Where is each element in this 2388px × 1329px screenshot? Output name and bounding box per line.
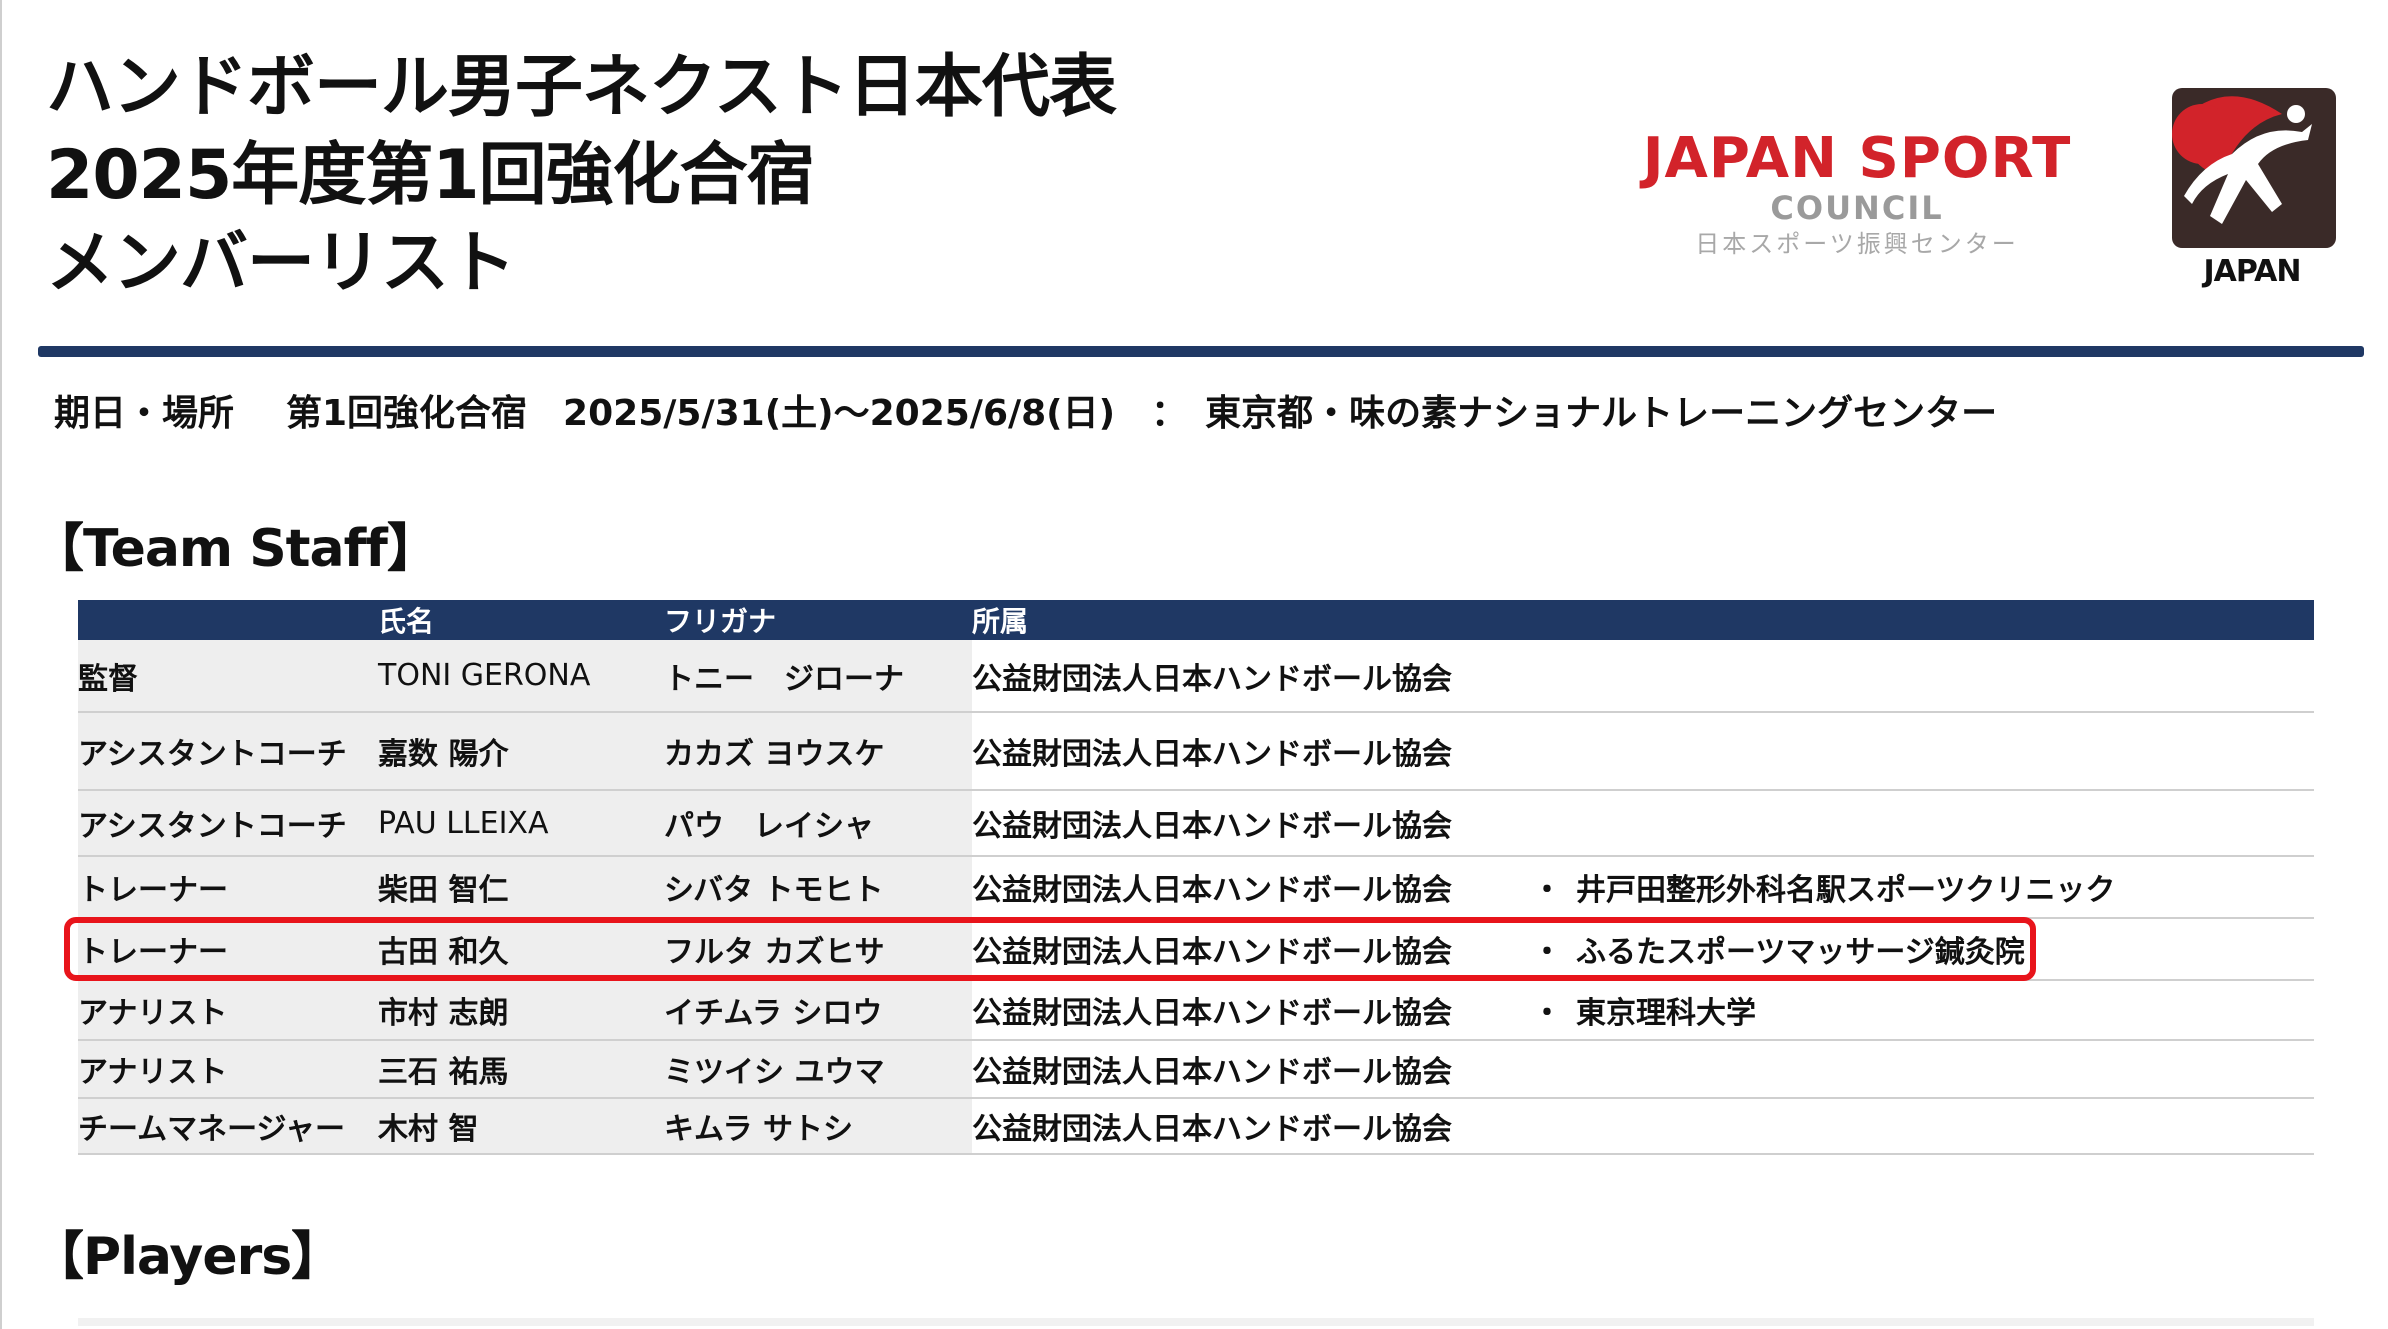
staff-table-header: 氏名 フリガナ 所属	[78, 600, 2314, 640]
staff-role: 監督	[78, 640, 378, 713]
staff-org: 公益財団法人日本ハンドボール協会	[972, 640, 1532, 713]
staff-role: チームマネージャー	[78, 1098, 378, 1155]
staff-name: 三石 祐馬	[378, 1040, 664, 1099]
staff-kana: キムラ サトシ	[664, 1098, 972, 1155]
jsc-logo-japanese-text: 日本スポーツ振興センター	[1695, 230, 2019, 258]
staff-extra	[1532, 640, 2314, 713]
table-row: 監督 TONI GERONA トニー ジローナ 公益財団法人日本ハンドボール協会	[78, 640, 2314, 713]
document-page: ハンドボール男子ネクスト日本代表 2025年度第1回強化合宿 メンバーリスト J…	[0, 0, 2388, 1329]
header-kana: フリガナ	[664, 600, 972, 640]
row-highlight-box	[64, 917, 2036, 981]
staff-name: 嘉数 陽介	[378, 712, 664, 791]
staff-kana: パウ レイシャ	[664, 790, 972, 857]
table-row: アナリスト 三石 祐馬 ミツイシ ユウマ 公益財団法人日本ハンドボール協会	[78, 1040, 2314, 1099]
table-row: チームマネージャー 木村 智 キムラ サトシ 公益財団法人日本ハンドボール協会	[78, 1098, 2314, 1155]
header-divider	[38, 346, 2364, 357]
staff-extra-affiliation: 東京理科大学	[1576, 996, 1756, 1031]
table-row: アシスタントコーチ PAU LLEIXA パウ レイシャ 公益財団法人日本ハンド…	[78, 790, 2314, 857]
staff-org: 公益財団法人日本ハンドボール協会	[972, 1040, 1532, 1099]
players-table-top	[78, 1318, 2314, 1326]
header-name: 氏名	[378, 600, 664, 640]
staff-org: 公益財団法人日本ハンドボール協会	[972, 856, 1532, 919]
staff-name: 木村 智	[378, 1098, 664, 1155]
staff-role: トレーナー	[78, 856, 378, 919]
jha-logo-text: JAPAN	[2203, 254, 2302, 289]
staff-table: 氏名 フリガナ 所属 監督 TONI GERONA トニー ジローナ 公益財団法…	[78, 600, 2314, 1155]
staff-role: アシスタントコーチ	[78, 790, 378, 857]
header-role	[78, 600, 378, 640]
period-label: 期日・場所	[54, 393, 235, 434]
jsc-logo-main-text: JAPAN SPORT	[1642, 126, 2072, 191]
staff-role: アシスタントコーチ	[78, 712, 378, 791]
team-staff-heading: 【Team Staff】	[32, 519, 439, 579]
staff-name: 柴田 智仁	[378, 856, 664, 919]
title-line-3: メンバーリスト	[46, 224, 516, 303]
period-location: 期日・場所 第1回強化合宿 2025/5/31(土)～2025/6/8(日) ： …	[54, 384, 1997, 436]
staff-org: 公益財団法人日本ハンドボール協会	[972, 790, 1532, 857]
staff-name: 市村 志朗	[378, 980, 664, 1041]
staff-kana: トニー ジローナ	[664, 640, 972, 713]
staff-extra	[1532, 712, 2314, 791]
staff-name: TONI GERONA	[378, 640, 664, 713]
handball-player-icon	[2172, 88, 2336, 248]
title-line-2: 2025年度第1回強化合宿	[46, 136, 815, 215]
table-row: アナリスト 市村 志朗 イチムラ シロウ 公益財団法人日本ハンドボール協会 ・東…	[78, 980, 2314, 1041]
staff-extra	[1532, 1040, 2314, 1099]
staff-kana: シバタ トモヒト	[664, 856, 972, 919]
staff-extra	[1532, 1098, 2314, 1155]
jsc-logo-sub-text: COUNCIL	[1770, 189, 1944, 227]
staff-extra: ・井戸田整形外科名駅スポーツクリニック	[1532, 856, 2314, 919]
staff-kana: イチムラ シロウ	[664, 980, 972, 1041]
staff-name: PAU LLEIXA	[378, 790, 664, 857]
document-title: ハンドボール男子ネクスト日本代表 2025年度第1回強化合宿 メンバーリスト	[46, 44, 1117, 308]
staff-org: 公益財団法人日本ハンドボール協会	[972, 712, 1532, 791]
staff-org: 公益財団法人日本ハンドボール協会	[972, 1098, 1532, 1155]
staff-kana: カカズ ヨウスケ	[664, 712, 972, 791]
staff-org: 公益財団法人日本ハンドボール協会	[972, 980, 1532, 1041]
staff-extra: ・東京理科大学	[1532, 980, 2314, 1041]
table-row: アシスタントコーチ 嘉数 陽介 カカズ ヨウスケ 公益財団法人日本ハンドボール協…	[78, 712, 2314, 791]
header-org: 所属	[972, 600, 1532, 640]
header-extra	[1532, 600, 2314, 640]
staff-role: アナリスト	[78, 980, 378, 1041]
staff-extra	[1532, 790, 2314, 857]
period-value: 第1回強化合宿 2025/5/31(土)～2025/6/8(日) ： 東京都・味…	[286, 393, 1998, 434]
staff-role: アナリスト	[78, 1040, 378, 1099]
table-row: トレーナー 柴田 智仁 シバタ トモヒト 公益財団法人日本ハンドボール協会 ・井…	[78, 856, 2314, 919]
japan-sport-council-logo: JAPAN SPORT COUNCIL 日本スポーツ振興センター	[1620, 128, 2094, 278]
title-line-1: ハンドボール男子ネクスト日本代表	[46, 48, 1117, 127]
players-heading: 【Players】	[32, 1227, 343, 1287]
staff-extra-affiliation: 井戸田整形外科名駅スポーツクリニック	[1576, 873, 2116, 908]
bullet: ・	[1532, 996, 1562, 1031]
staff-kana: ミツイシ ユウマ	[664, 1040, 972, 1099]
japan-handball-logo: JAPAN	[2162, 84, 2342, 294]
bullet: ・	[1532, 873, 1562, 908]
